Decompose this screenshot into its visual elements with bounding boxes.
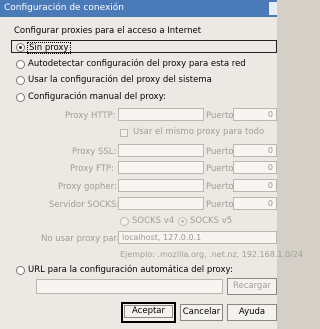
pac-url-input[interactable] [36, 279, 223, 294]
gopher-port-label: Puerto: [206, 182, 237, 192]
connection-settings-dialog: Configuración de conexión Configurar pro… [0, 0, 303, 329]
manual-proxy-radio[interactable] [16, 93, 25, 102]
window-title: Configuración de conexión [4, 3, 125, 13]
socks-port-input[interactable]: 0 [233, 197, 277, 210]
cancel-button[interactable]: Cancelar [180, 304, 223, 321]
close-icon[interactable] [269, 2, 277, 15]
socks-host-input[interactable] [118, 197, 204, 210]
help-button[interactable]: Ayuda [227, 304, 277, 321]
ftp-port-label: Puerto: [206, 164, 237, 174]
gopher-proxy-label: Proxy gopher: [58, 182, 117, 192]
same-proxy-label: Usar el mismo proxy para todo [133, 127, 265, 137]
ssl-port-input[interactable]: 0 [233, 144, 277, 157]
socks-v5-label: SOCKS v5 [190, 216, 233, 226]
no-proxy-label[interactable]: Sin proxy [27, 42, 71, 54]
ftp-proxy-input[interactable] [118, 161, 204, 174]
http-proxy-label: Proxy HTTP: [65, 111, 116, 121]
system-proxy-label[interactable]: Usar la configuración del proxy del sist… [28, 75, 212, 85]
same-proxy-checkbox[interactable] [120, 129, 128, 137]
gopher-port-input[interactable]: 0 [233, 179, 277, 192]
gopher-proxy-input[interactable] [118, 179, 204, 192]
auto-detect-label[interactable]: Autodetectar configuración del proxy par… [28, 59, 246, 69]
socks-host-label: Servidor SOCKS: [49, 200, 120, 210]
http-port-label: Puerto: [206, 111, 237, 121]
http-proxy-input[interactable] [118, 108, 204, 121]
pac-url-label[interactable]: URL para la configuración automática del… [28, 265, 233, 275]
group-label: Configurar proxies para el acceso a Inte… [14, 26, 202, 36]
ssl-proxy-input[interactable] [118, 144, 204, 157]
ftp-proxy-label: Proxy FTP: [70, 164, 114, 174]
no-proxy-example: Ejemplo: .mozilla.org, .net.nz, 192.168.… [120, 250, 303, 259]
ftp-port-input[interactable]: 0 [233, 161, 277, 174]
auto-detect-radio[interactable] [16, 60, 25, 69]
socks-v4-label: SOCKS v4 [132, 216, 175, 226]
ssl-port-label: Puerto: [206, 147, 237, 157]
ok-button[interactable]: Aceptar [121, 302, 176, 323]
reload-button[interactable]: Recargar [227, 278, 277, 295]
ok-button-label: Aceptar [124, 305, 173, 318]
no-proxy-for-input[interactable]: localhost, 127.0.0.1 [118, 231, 277, 244]
socks-port-label: Puerto: [206, 200, 237, 210]
title-bar: Configuración de conexión [0, 0, 277, 17]
ssl-proxy-label: Proxy SSL: [72, 147, 117, 157]
socks-v4-radio[interactable] [120, 217, 129, 226]
no-proxy-for-label: No usar proxy para: [41, 234, 126, 244]
socks-v5-radio[interactable] [178, 217, 187, 226]
manual-proxy-label[interactable]: Configuración manual del proxy: [28, 92, 166, 102]
no-proxy-radio[interactable] [16, 43, 25, 52]
system-proxy-radio[interactable] [16, 76, 25, 85]
pac-url-radio[interactable] [16, 266, 25, 275]
http-port-input[interactable]: 0 [233, 108, 277, 121]
